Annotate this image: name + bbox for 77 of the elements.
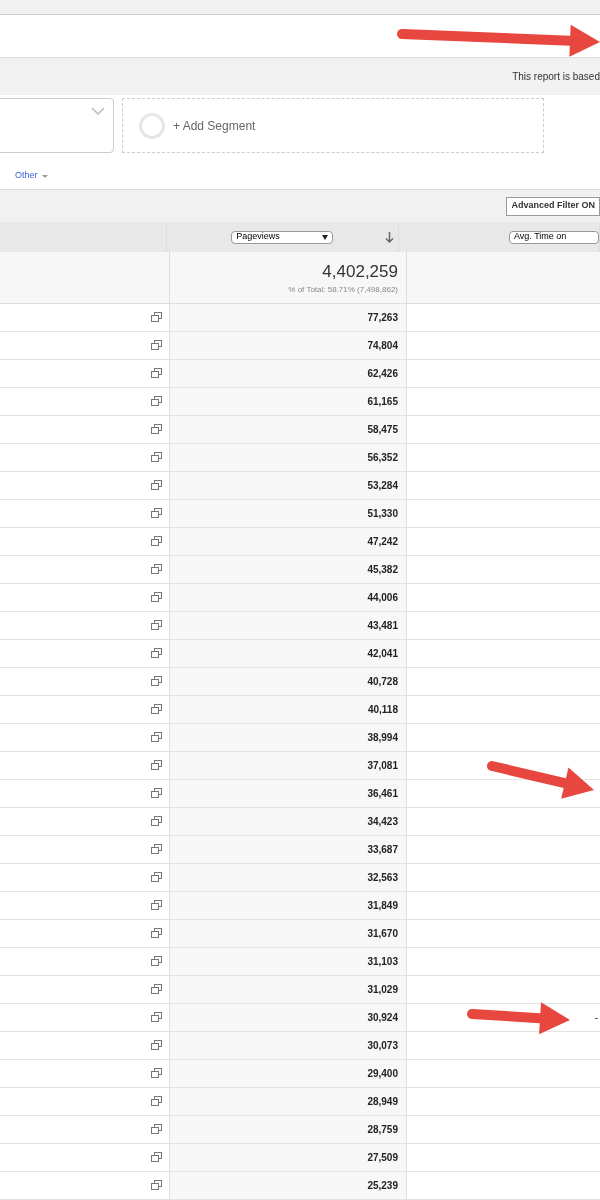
pageviews-cell-text: 28,949 xyxy=(367,1095,398,1109)
popout-icon[interactable] xyxy=(151,620,162,631)
popout-icon[interactable] xyxy=(151,648,162,659)
pageviews-cell-text: 40,118 xyxy=(367,703,398,717)
popout-icon[interactable] xyxy=(151,844,162,855)
popout-icon[interactable] xyxy=(151,480,162,491)
pageviews-cell-text: 30,073 xyxy=(367,1039,398,1053)
popout-icon[interactable] xyxy=(151,1012,162,1023)
pageviews-cell-text: 40,728 xyxy=(367,675,398,689)
popout-icon[interactable] xyxy=(151,340,162,351)
popout-icon[interactable] xyxy=(151,1124,162,1135)
pageviews-cell-text: 43,481 xyxy=(367,619,398,633)
pageviews-cell-text: 58,475 xyxy=(367,423,398,437)
add-segment-button[interactable]: + Add Segment xyxy=(122,98,544,153)
advanced-filter-button[interactable]: Advanced Filter ON xyxy=(506,196,600,216)
popout-icon[interactable] xyxy=(151,564,162,575)
pageviews-cell-text: 32,563 xyxy=(367,871,398,885)
popout-icon[interactable] xyxy=(151,536,162,547)
popout-icon[interactable] xyxy=(151,1040,162,1051)
pageviews-cell-text: 36,461 xyxy=(367,787,398,801)
chevron-down-icon xyxy=(91,107,105,115)
other-link[interactable]: Other xyxy=(15,169,48,183)
popout-icon[interactable] xyxy=(151,396,162,407)
popout-icon[interactable] xyxy=(151,956,162,967)
pageviews-cell-text: 31,670 xyxy=(367,927,398,941)
pageviews-cell-text: 28,759 xyxy=(367,1123,398,1137)
popout-icon[interactable] xyxy=(151,732,162,743)
report-notice: This report is based xyxy=(512,70,600,84)
metric-dropdown[interactable]: Avg. Time on xyxy=(509,230,599,244)
pageviews-cell-text: 56,352 xyxy=(367,451,398,465)
pageviews-cell-text: 29,400 xyxy=(367,1067,398,1081)
popout-icon[interactable] xyxy=(151,1152,162,1163)
pageviews-cell-text: 25,239 xyxy=(367,1179,398,1193)
total-value: 4,402,259 xyxy=(322,260,398,283)
popout-icon[interactable] xyxy=(151,452,162,463)
popout-icon[interactable] xyxy=(151,900,162,911)
time-cell-text: - xyxy=(594,1011,598,1025)
pageviews-cell-text: 61,165 xyxy=(367,395,398,409)
pageviews-cell-text: 45,382 xyxy=(367,563,398,577)
pageviews-cell-text: 42,041 xyxy=(367,647,398,661)
pageviews-cell-text: 38,994 xyxy=(367,731,398,745)
pageviews-cell-text: 34,423 xyxy=(367,815,398,829)
popout-icon[interactable] xyxy=(151,1068,162,1079)
popout-icon[interactable] xyxy=(151,592,162,603)
popout-icon[interactable] xyxy=(151,508,162,519)
pageviews-cell-text: 47,242 xyxy=(367,535,398,549)
pageviews-cell-text: 31,849 xyxy=(367,899,398,913)
segment-ring-icon xyxy=(139,112,165,139)
pageviews-cell-text: 51,330 xyxy=(367,507,398,521)
popout-icon[interactable] xyxy=(151,424,162,435)
pageviews-cell-text: 62,426 xyxy=(367,367,398,381)
pageviews-cell-text: 30,924 xyxy=(367,1011,398,1025)
popout-icon[interactable] xyxy=(151,676,162,687)
pageviews-cell-text: 31,103 xyxy=(367,955,398,969)
popout-icon[interactable] xyxy=(151,368,162,379)
popout-icon[interactable] xyxy=(151,872,162,883)
popout-icon[interactable] xyxy=(151,928,162,939)
pageviews-cell-text: 31,029 xyxy=(367,983,398,997)
popout-icon[interactable] xyxy=(151,760,162,771)
popout-icon[interactable] xyxy=(151,1096,162,1107)
pageviews-cell-text: 37,081 xyxy=(367,759,398,773)
pageviews-cell-text: 33,687 xyxy=(367,843,398,857)
pageviews-cell-text: 44,006 xyxy=(367,591,398,605)
sort-arrow-icon[interactable] xyxy=(385,231,394,243)
popout-icon[interactable] xyxy=(151,704,162,715)
popout-icon[interactable] xyxy=(151,816,162,827)
popout-icon[interactable] xyxy=(151,1180,162,1191)
metric-dropdown[interactable]: Pageviews xyxy=(231,230,334,244)
popout-icon[interactable] xyxy=(151,312,162,323)
pageviews-cell-text: 53,284 xyxy=(367,479,398,493)
pageviews-cell-text: 74,804 xyxy=(367,339,398,353)
popout-icon[interactable] xyxy=(151,788,162,799)
dropdown-caret-icon xyxy=(322,234,329,240)
pageviews-cell-text: 77,263 xyxy=(367,311,398,325)
pageviews-cell-text: 27,509 xyxy=(367,1151,398,1165)
popout-icon[interactable] xyxy=(151,984,162,995)
total-share: % of Total: 58.71% (7,498,862) xyxy=(288,284,398,297)
